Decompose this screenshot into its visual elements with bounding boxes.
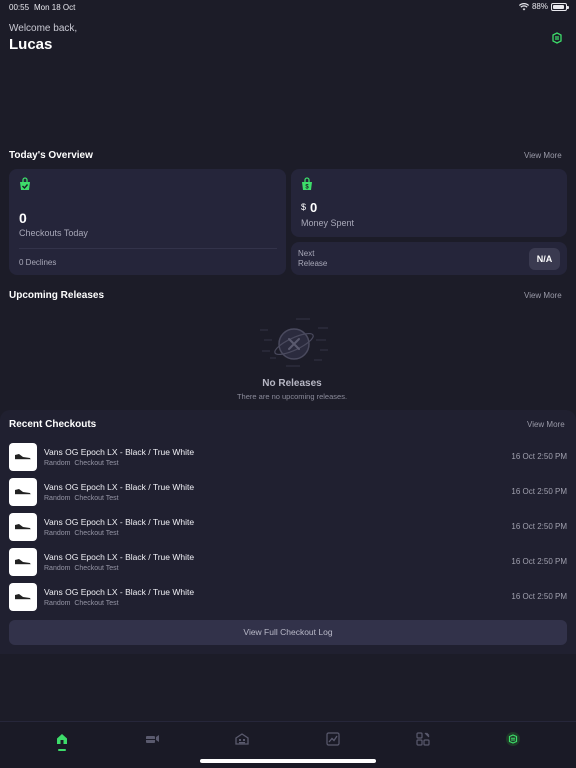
- checkout-row[interactable]: Vans OG Epoch LX - Black / True White Ra…: [0, 583, 576, 613]
- checkout-time: 16 Oct 2:50 PM: [511, 487, 567, 496]
- product-name: Vans OG Epoch LX - Black / True White: [44, 587, 195, 597]
- checkout-subtitle: Random Checkout Test: [44, 530, 119, 537]
- next-release-label-line2: Release: [298, 259, 328, 268]
- next-release-badge: N/A: [529, 248, 560, 270]
- currency-symbol: $: [301, 202, 307, 212]
- no-releases-illustration-icon: [260, 318, 328, 367]
- checkout-subtitle: Random Checkout Test: [44, 460, 119, 467]
- checkout-time: 16 Oct 2:50 PM: [511, 557, 567, 566]
- active-tab-indicator: [58, 749, 66, 751]
- no-releases-subtitle: There are no upcoming releases.: [236, 392, 348, 401]
- product-name: Vans OG Epoch LX - Black / True White: [44, 482, 195, 492]
- checkouts-count: 0: [19, 210, 27, 226]
- brand-logo-icon[interactable]: [551, 32, 563, 44]
- sneaker-icon: [15, 454, 31, 460]
- battery-percent: 88%: [531, 2, 548, 11]
- overview-view-more-link[interactable]: View More: [524, 151, 562, 160]
- home-indicator: [200, 759, 376, 763]
- status-date: Mon 18 Oct: [34, 3, 76, 12]
- product-thumbnail: [9, 548, 37, 576]
- declines-count: 0 Declines: [19, 258, 57, 267]
- checkout-time: 16 Oct 2:50 PM: [511, 522, 567, 531]
- product-name: Vans OG Epoch LX - Black / True White: [44, 517, 195, 527]
- store-icon[interactable]: [234, 731, 250, 747]
- upcoming-title: Upcoming Releases: [9, 290, 105, 301]
- brand-icon[interactable]: [505, 731, 521, 747]
- money-card[interactable]: $ $ 0 Money Spent: [291, 169, 567, 237]
- bag-check-icon: [20, 177, 30, 190]
- upcoming-view-more-link[interactable]: View More: [524, 291, 562, 300]
- money-spent-label: Money Spent: [301, 218, 355, 228]
- overview-title: Today's Overview: [9, 150, 93, 161]
- product-thumbnail: [9, 478, 37, 506]
- checkouts-card[interactable]: 0 Checkouts Today 0 Declines: [9, 169, 286, 275]
- checkout-row[interactable]: Vans OG Epoch LX - Black / True White Ra…: [0, 478, 576, 508]
- sneaker-icon: [15, 524, 31, 530]
- checkout-row[interactable]: Vans OG Epoch LX - Black / True White Ra…: [0, 548, 576, 578]
- wifi-icon: [518, 2, 529, 10]
- recent-title: Recent Checkouts: [9, 419, 97, 430]
- status-right: 88%: [518, 2, 569, 11]
- home-icon[interactable]: [54, 731, 70, 747]
- sneaker-icon: [15, 594, 31, 600]
- bag-dollar-icon: $: [302, 177, 312, 191]
- product-thumbnail: [9, 583, 37, 611]
- analytics-icon[interactable]: [325, 731, 341, 747]
- no-releases-title: No Releases: [262, 378, 322, 389]
- status-time: 00:55: [9, 3, 30, 12]
- checkout-subtitle: Random Checkout Test: [44, 495, 119, 502]
- tools-icon[interactable]: [415, 731, 431, 747]
- tasks-icon[interactable]: [144, 731, 160, 747]
- status-bar: 00:55 Mon 18 Oct 88%: [0, 0, 576, 14]
- next-release-label-line1: Next: [298, 249, 315, 258]
- money-spent-value: 0: [310, 200, 318, 215]
- checkouts-label: Checkouts Today: [19, 228, 88, 238]
- checkout-time: 16 Oct 2:50 PM: [511, 592, 567, 601]
- product-name: Vans OG Epoch LX - Black / True White: [44, 447, 195, 457]
- checkout-time: 16 Oct 2:50 PM: [511, 452, 567, 461]
- checkout-subtitle: Random Checkout Test: [44, 565, 119, 572]
- view-checkout-log-button[interactable]: View Full Checkout Log: [9, 620, 567, 645]
- recent-view-more-link[interactable]: View More: [527, 420, 565, 429]
- sneaker-icon: [15, 559, 31, 565]
- greeting-text: Welcome back,: [9, 23, 78, 34]
- battery-icon: [551, 2, 569, 11]
- checkout-row[interactable]: Vans OG Epoch LX - Black / True White Ra…: [0, 513, 576, 543]
- next-release-card[interactable]: Next Release: [291, 242, 567, 275]
- sneaker-icon: [15, 489, 31, 495]
- username: Lucas: [9, 36, 53, 53]
- product-name: Vans OG Epoch LX - Black / True White: [44, 552, 195, 562]
- checkout-subtitle: Random Checkout Test: [44, 600, 119, 607]
- product-thumbnail: [9, 443, 37, 471]
- checkout-row[interactable]: Vans OG Epoch LX - Black / True White Ra…: [0, 443, 576, 473]
- product-thumbnail: [9, 513, 37, 541]
- card-divider: [19, 248, 277, 249]
